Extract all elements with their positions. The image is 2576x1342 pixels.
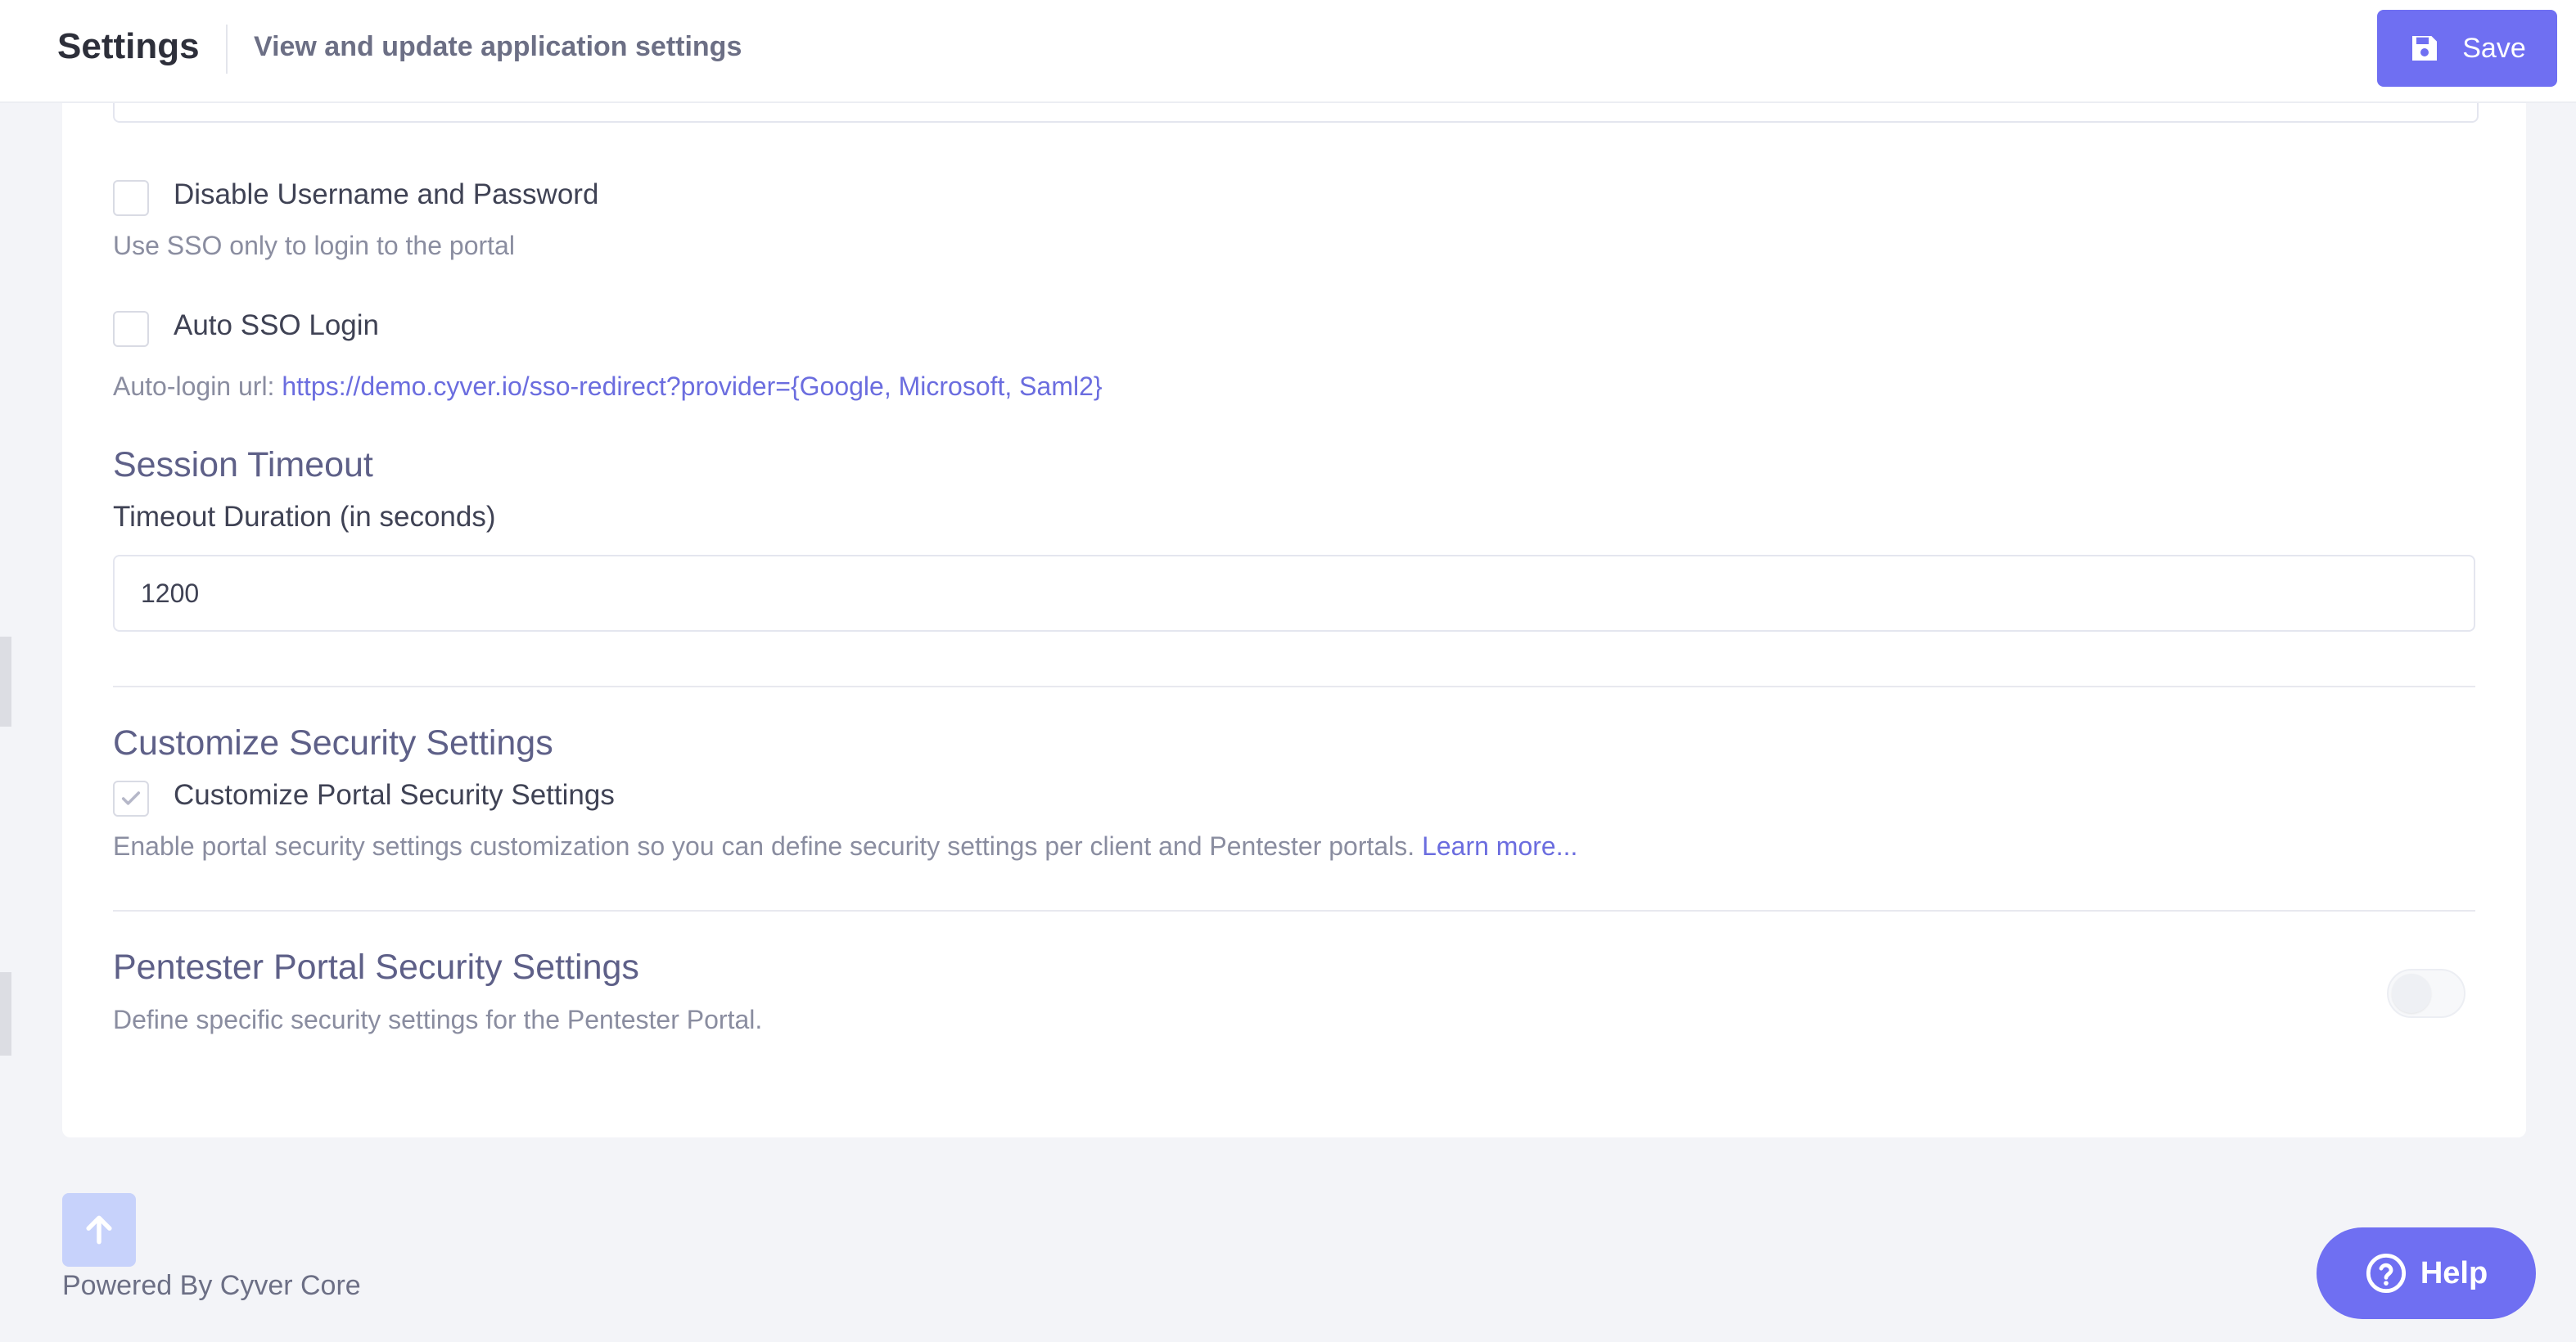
disable-userpass-label: Disable Username and Password bbox=[174, 178, 599, 210]
auto-sso-checkbox[interactable] bbox=[113, 311, 149, 347]
settings-card: Disable Username and Password Use SSO on… bbox=[62, 103, 2526, 1137]
pentester-security-toggle[interactable] bbox=[2387, 969, 2465, 1018]
toggle-knob bbox=[2392, 974, 2431, 1013]
timeout-duration-value: 1200 bbox=[141, 578, 200, 608]
pentester-security-title: Pentester Portal Security Settings bbox=[113, 948, 639, 987]
page-title: Settings bbox=[57, 26, 200, 66]
side-tab-upper[interactable] bbox=[0, 637, 11, 727]
section-divider bbox=[113, 910, 2475, 912]
session-timeout-title: Session Timeout bbox=[113, 445, 373, 484]
floppy-disk-icon bbox=[2412, 36, 2438, 61]
pentester-security-help: Define specific security settings for th… bbox=[113, 1005, 763, 1034]
customize-portal-help: Enable portal security settings customiz… bbox=[113, 831, 1577, 862]
top-bar: Settings View and update application set… bbox=[0, 0, 2576, 103]
auto-sso-label: Auto SSO Login bbox=[174, 309, 379, 341]
customize-security-title: Customize Security Settings bbox=[113, 723, 553, 763]
arrow-up-icon bbox=[86, 1215, 112, 1245]
save-button[interactable]: Save bbox=[2377, 10, 2557, 87]
disable-userpass-help: Use SSO only to login to the portal bbox=[113, 231, 515, 260]
scroll-to-top-button[interactable] bbox=[62, 1193, 136, 1267]
learn-more-link[interactable]: Learn more... bbox=[1422, 831, 1577, 861]
powered-by-text: Powered By Cyver Core bbox=[62, 1270, 361, 1301]
customize-portal-help-text: Enable portal security settings customiz… bbox=[113, 831, 1415, 861]
timeout-duration-label: Timeout Duration (in seconds) bbox=[113, 501, 496, 533]
previous-input-field[interactable] bbox=[113, 103, 2479, 123]
help-button-label: Help bbox=[2420, 1255, 2488, 1290]
page-subtitle: View and update application settings bbox=[254, 31, 742, 62]
auto-login-prefix: Auto-login url: bbox=[113, 372, 275, 401]
section-divider bbox=[113, 686, 2475, 687]
auto-login-url-text: Auto-login url: https://demo.cyver.io/ss… bbox=[113, 372, 1103, 402]
header-divider bbox=[226, 25, 228, 74]
timeout-duration-input[interactable]: 1200 bbox=[113, 555, 2475, 632]
question-circle-icon bbox=[2366, 1253, 2406, 1294]
auto-login-url-link[interactable]: https://demo.cyver.io/sso-redirect?provi… bbox=[282, 372, 1102, 401]
help-button[interactable]: Help bbox=[2317, 1227, 2536, 1319]
side-tab-lower[interactable] bbox=[0, 972, 11, 1056]
save-button-label: Save bbox=[2462, 32, 2526, 64]
customize-portal-label: Customize Portal Security Settings bbox=[174, 779, 615, 811]
disable-userpass-checkbox[interactable] bbox=[113, 180, 149, 216]
check-icon bbox=[121, 791, 141, 805]
customize-portal-checkbox[interactable] bbox=[113, 781, 149, 817]
